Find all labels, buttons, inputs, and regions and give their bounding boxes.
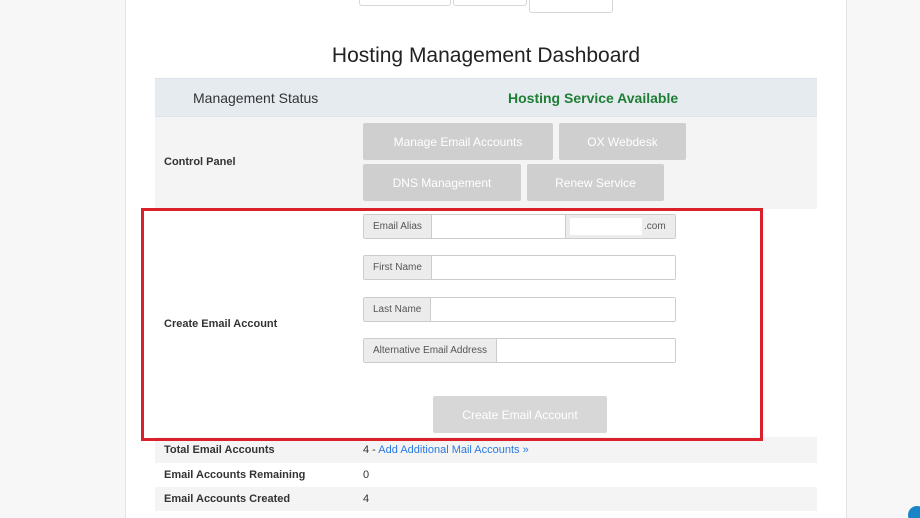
email-accounts-created-label: Email Accounts Created xyxy=(164,493,291,505)
management-status-value: Hosting Service Available xyxy=(508,90,679,106)
dashboard-card: Hosting Management Dashboard Management … xyxy=(125,0,847,518)
email-accounts-created-row: Email Accounts Created 4 xyxy=(155,487,817,511)
management-status-row: Management Status Hosting Service Availa… xyxy=(155,78,817,117)
top-tab-3[interactable] xyxy=(529,0,613,13)
top-nav-tabs xyxy=(126,0,846,16)
domain-selector[interactable]: .com xyxy=(565,215,675,238)
email-accounts-remaining-label: Email Accounts Remaining xyxy=(164,469,306,481)
email-accounts-remaining-value: 0 xyxy=(363,469,370,481)
manage-email-accounts-button[interactable]: Manage Email Accounts xyxy=(363,123,553,160)
create-email-account-button[interactable]: Create Email Account xyxy=(433,396,607,433)
first-name-input[interactable] xyxy=(431,256,675,279)
page: Hosting Management Dashboard Management … xyxy=(0,0,920,518)
renew-service-button[interactable]: Renew Service xyxy=(527,164,664,201)
top-tab-1[interactable] xyxy=(359,0,451,6)
domain-name-box[interactable] xyxy=(570,218,642,235)
first-name-field: First Name xyxy=(363,255,676,280)
control-panel-row: Control Panel Manage Email Accounts OX W… xyxy=(155,117,817,209)
first-name-label: First Name xyxy=(364,256,432,279)
last-name-field: Last Name xyxy=(363,297,676,322)
email-accounts-created-value: 4 xyxy=(363,493,370,505)
control-panel-label: Control Panel xyxy=(164,156,236,168)
create-email-label: Create Email Account xyxy=(164,318,278,330)
top-tab-2[interactable] xyxy=(453,0,527,6)
page-title: Hosting Management Dashboard xyxy=(331,44,641,67)
last-name-label: Last Name xyxy=(364,298,432,321)
total-email-accounts-row: Total Email Accounts 4 - Add Additional … xyxy=(155,437,817,463)
dns-management-button[interactable]: DNS Management xyxy=(363,164,521,201)
total-email-accounts-value: 4 - Add Additional Mail Accounts » xyxy=(363,444,529,456)
email-alias-input[interactable] xyxy=(431,215,565,238)
ox-webdesk-button[interactable]: OX Webdesk xyxy=(559,123,686,160)
add-mail-accounts-link[interactable]: Add Additional Mail Accounts » xyxy=(378,444,528,456)
create-email-row: Create Email Account Email Alias .com Fi… xyxy=(155,209,817,437)
alt-email-field: Alternative Email Address xyxy=(363,338,676,363)
domain-suffix: .com xyxy=(644,221,666,232)
management-status-label: Management Status xyxy=(193,90,319,106)
email-alias-label: Email Alias xyxy=(364,215,432,238)
email-accounts-remaining-row: Email Accounts Remaining 0 xyxy=(155,463,817,487)
email-alias-field: Email Alias .com xyxy=(363,214,676,239)
total-email-accounts-label: Total Email Accounts xyxy=(164,444,275,456)
chat-bubble-icon[interactable] xyxy=(908,506,920,518)
last-name-input[interactable] xyxy=(431,298,675,321)
total-separator: - xyxy=(369,444,379,456)
alt-email-input[interactable] xyxy=(496,339,675,362)
alt-email-label: Alternative Email Address xyxy=(364,339,497,362)
